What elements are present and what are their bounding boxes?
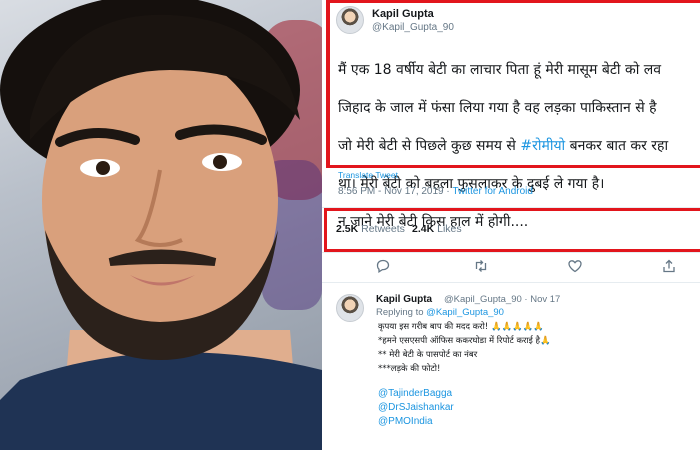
- tweet-text-segment: बनकर बात कर रहा: [565, 138, 669, 154]
- reply-author-handle[interactable]: @Kapil_Gupta_90 · Nov 17: [444, 294, 560, 305]
- tweet-author-avatar[interactable]: [336, 6, 364, 34]
- tweet-author-name[interactable]: Kapil Gupta: [372, 8, 434, 20]
- divider: [322, 252, 700, 253]
- share-icon[interactable]: [660, 258, 678, 276]
- reply-text-line: ** मेरी बेटी के पासपोर्ट का नंबर: [378, 350, 478, 360]
- tweet-text-segment: जो मेरी बेटी से पिछले कुछ समय से: [338, 138, 521, 154]
- likes-label: Likes: [437, 223, 462, 235]
- reply-text-line: ***लड़के की फोटो!: [378, 364, 441, 374]
- tweet-source-link[interactable]: Twitter for Android: [452, 186, 533, 197]
- tweet-screenshot: Kapil Gupta @Kapil_Gupta_90 मैं एक 18 वर…: [322, 0, 700, 450]
- person-photo: [0, 0, 322, 450]
- retweets-count: 2.5K: [336, 223, 359, 235]
- mention-link[interactable]: @PMOIndia: [378, 416, 433, 427]
- hashtag-link[interactable]: #रोमीयो: [520, 138, 565, 154]
- tweet-timestamp[interactable]: 8:56 PM - Nov 17, 2019: [338, 186, 444, 197]
- reply-author-name[interactable]: Kapil Gupta: [376, 294, 432, 305]
- reply-author-avatar[interactable]: [336, 294, 364, 322]
- reply-text-line: *हमने एसएसपी ऑफिस ककरघोडा में रिपोर्ट कर…: [378, 336, 551, 346]
- tweet-author-handle[interactable]: @Kapil_Gupta_90: [372, 22, 454, 33]
- tweet-text-line: जिहाद के जाल में फंसा लिया गया है वह लड़…: [338, 100, 657, 116]
- replying-to-label: Replying to: [376, 307, 424, 318]
- retweets-label: Retweets: [361, 223, 405, 235]
- replying-to: Replying to @Kapil_Gupta_90: [376, 307, 504, 318]
- retweet-icon[interactable]: [472, 258, 490, 276]
- retweets-stat[interactable]: 2.5K Retweets: [336, 223, 405, 235]
- divider: [322, 282, 700, 283]
- reply-text-line: कृपया इस गरीब बाप की मदद करो! 🙏🙏🙏🙏🙏: [378, 322, 544, 332]
- tweet-meta: 8:56 PM - Nov 17, 2019 · Twitter for And…: [338, 186, 533, 197]
- likes-count: 2.4K: [412, 223, 435, 235]
- mention-link[interactable]: @DrSJaishankar: [378, 402, 454, 413]
- reply-icon[interactable]: [374, 258, 392, 276]
- tweet-text-line: मैं एक 18 वर्षीय बेटी का लाचार पिता हूं …: [338, 62, 662, 78]
- replying-to-handle[interactable]: @Kapil_Gupta_90: [426, 307, 504, 318]
- mention-link[interactable]: @TajinderBagga: [378, 388, 452, 399]
- portrait-illustration: [0, 0, 322, 450]
- likes-stat[interactable]: 2.4K Likes: [412, 223, 462, 235]
- like-icon[interactable]: [566, 258, 584, 276]
- translate-tweet-link[interactable]: Translate Tweet: [338, 170, 398, 180]
- tweet-text-line: जो मेरी बेटी से पिछले कुछ समय से #रोमीयो…: [338, 137, 700, 156]
